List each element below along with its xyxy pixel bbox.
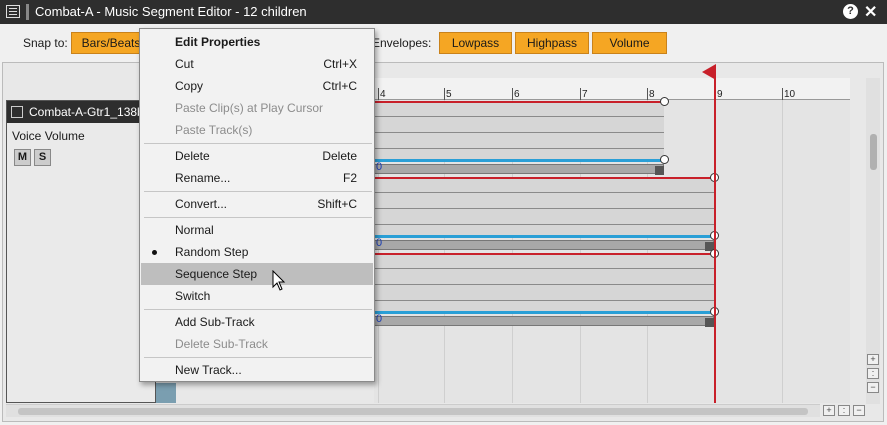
menu-item-rename[interactable]: Rename... F2	[141, 167, 373, 189]
track-name-bar[interactable]: Combat-A-Gtr1_138bpm	[7, 101, 155, 123]
horizontal-scrollbar[interactable]	[6, 404, 820, 417]
lowpass-button[interactable]: Lowpass	[439, 32, 512, 54]
toolbar: Snap to: Bars/Beats Envelopes: Lowpass H…	[0, 24, 887, 62]
clip-resize-handle[interactable]	[705, 318, 714, 327]
audio-clip[interactable]	[374, 102, 664, 160]
ruler-tick: 8	[649, 89, 655, 100]
audio-clip[interactable]	[374, 254, 714, 312]
clip-bar[interactable]	[374, 164, 664, 174]
menu-item-cut[interactable]: Cut Ctrl+X	[141, 53, 373, 75]
play-cursor-line[interactable]	[714, 78, 716, 403]
ruler-tick: 7	[582, 89, 588, 100]
zoom-out-vertical-icon[interactable]: −	[867, 382, 879, 393]
mute-button[interactable]: M	[14, 149, 31, 166]
menu-item-paste-tracks: Paste Track(s)	[175, 123, 253, 137]
envelope-line[interactable]	[374, 311, 714, 314]
menu-item-add-subtrack[interactable]: Add Sub-Track	[141, 311, 373, 333]
ruler-tick: 10	[784, 89, 796, 100]
context-menu: Edit Properties Cut Ctrl+X Copy Ctrl+C Pas…	[139, 28, 375, 382]
clip-boundary	[374, 253, 714, 255]
menu-item-switch[interactable]: Switch	[141, 285, 373, 307]
film-strip-icon	[11, 106, 23, 118]
envelopes-label: Envelopes:	[372, 36, 432, 50]
menu-item-normal[interactable]: Normal	[141, 219, 373, 241]
envelope-point[interactable]	[660, 155, 669, 164]
timeline[interactable]: 4 5 6 7 8 9 10 0 0 0	[374, 78, 850, 403]
clip-boundary	[374, 177, 714, 179]
segment-editor-icon	[6, 5, 20, 18]
menu-item-edit-properties[interactable]: Edit Properties	[141, 31, 373, 53]
clip-boundary	[374, 101, 664, 103]
envelope-point[interactable]	[660, 97, 669, 106]
selected-bullet-icon	[152, 250, 157, 255]
menu-item-sequence-step[interactable]: Sequence Step	[141, 263, 373, 285]
vertical-scroll-thumb[interactable]	[870, 134, 877, 170]
audio-clip[interactable]	[374, 178, 714, 236]
timeline-ruler[interactable]: 4 5 6 7 8 9 10	[374, 78, 850, 100]
snap-to-label: Snap to:	[23, 36, 68, 50]
solo-button[interactable]: S	[34, 149, 51, 166]
close-icon[interactable]: ✕	[864, 2, 877, 22]
menu-item-random-step[interactable]: Random Step	[141, 241, 373, 263]
horizontal-scroll-thumb[interactable]	[18, 408, 808, 415]
ruler-tick: 4	[380, 89, 386, 100]
track-header[interactable]: Combat-A-Gtr1_138bpm Voice Volume M S	[6, 100, 156, 403]
window-title: Combat-A - Music Segment Editor - 12 chi…	[35, 4, 307, 19]
envelope-line[interactable]	[374, 159, 664, 162]
voice-volume-label: Voice Volume	[12, 129, 85, 143]
clip-start-label: 0	[376, 161, 383, 173]
track-color-strip	[156, 383, 176, 403]
mouse-pointer-icon	[272, 270, 286, 291]
menu-item-paste-clips: Paste Clip(s) at Play Cursor	[175, 101, 324, 115]
menu-item-convert[interactable]: Convert... Shift+C	[141, 193, 373, 215]
clip-start-label: 0	[376, 313, 383, 325]
drag-grip-icon[interactable]	[26, 4, 29, 20]
menu-item-copy[interactable]: Copy Ctrl+C	[141, 75, 373, 97]
zoom-out-horizontal-icon[interactable]: −	[853, 405, 865, 416]
vertical-scrollbar[interactable]: + : −	[866, 78, 880, 404]
clip-bar[interactable]	[374, 316, 714, 326]
ruler-tick: 6	[514, 89, 520, 100]
ruler-tick: 5	[446, 89, 452, 100]
zoom-fit-vertical-icon[interactable]: :	[867, 368, 879, 379]
track-name: Combat-A-Gtr1_138bpm	[29, 105, 155, 119]
zoom-in-horizontal-icon[interactable]: +	[823, 405, 835, 416]
clip-resize-handle[interactable]	[655, 166, 664, 175]
menu-item-delete[interactable]: Delete Delete	[141, 145, 373, 167]
highpass-button[interactable]: Highpass	[515, 32, 589, 54]
help-icon[interactable]: ?	[843, 4, 858, 19]
clip-bar[interactable]	[374, 240, 714, 250]
play-cursor-flag-icon[interactable]	[702, 64, 716, 80]
zoom-in-vertical-icon[interactable]: +	[867, 354, 879, 365]
title-bar: Combat-A - Music Segment Editor - 12 chi…	[0, 0, 887, 24]
volume-button[interactable]: Volume	[592, 32, 667, 54]
clip-start-label: 0	[376, 237, 383, 249]
zoom-fit-horizontal-icon[interactable]: :	[838, 405, 850, 416]
menu-item-new-track[interactable]: New Track...	[141, 359, 373, 381]
menu-item-delete-subtrack: Delete Sub-Track	[175, 337, 268, 351]
ruler-tick: 9	[717, 89, 723, 100]
envelope-line[interactable]	[374, 235, 714, 238]
